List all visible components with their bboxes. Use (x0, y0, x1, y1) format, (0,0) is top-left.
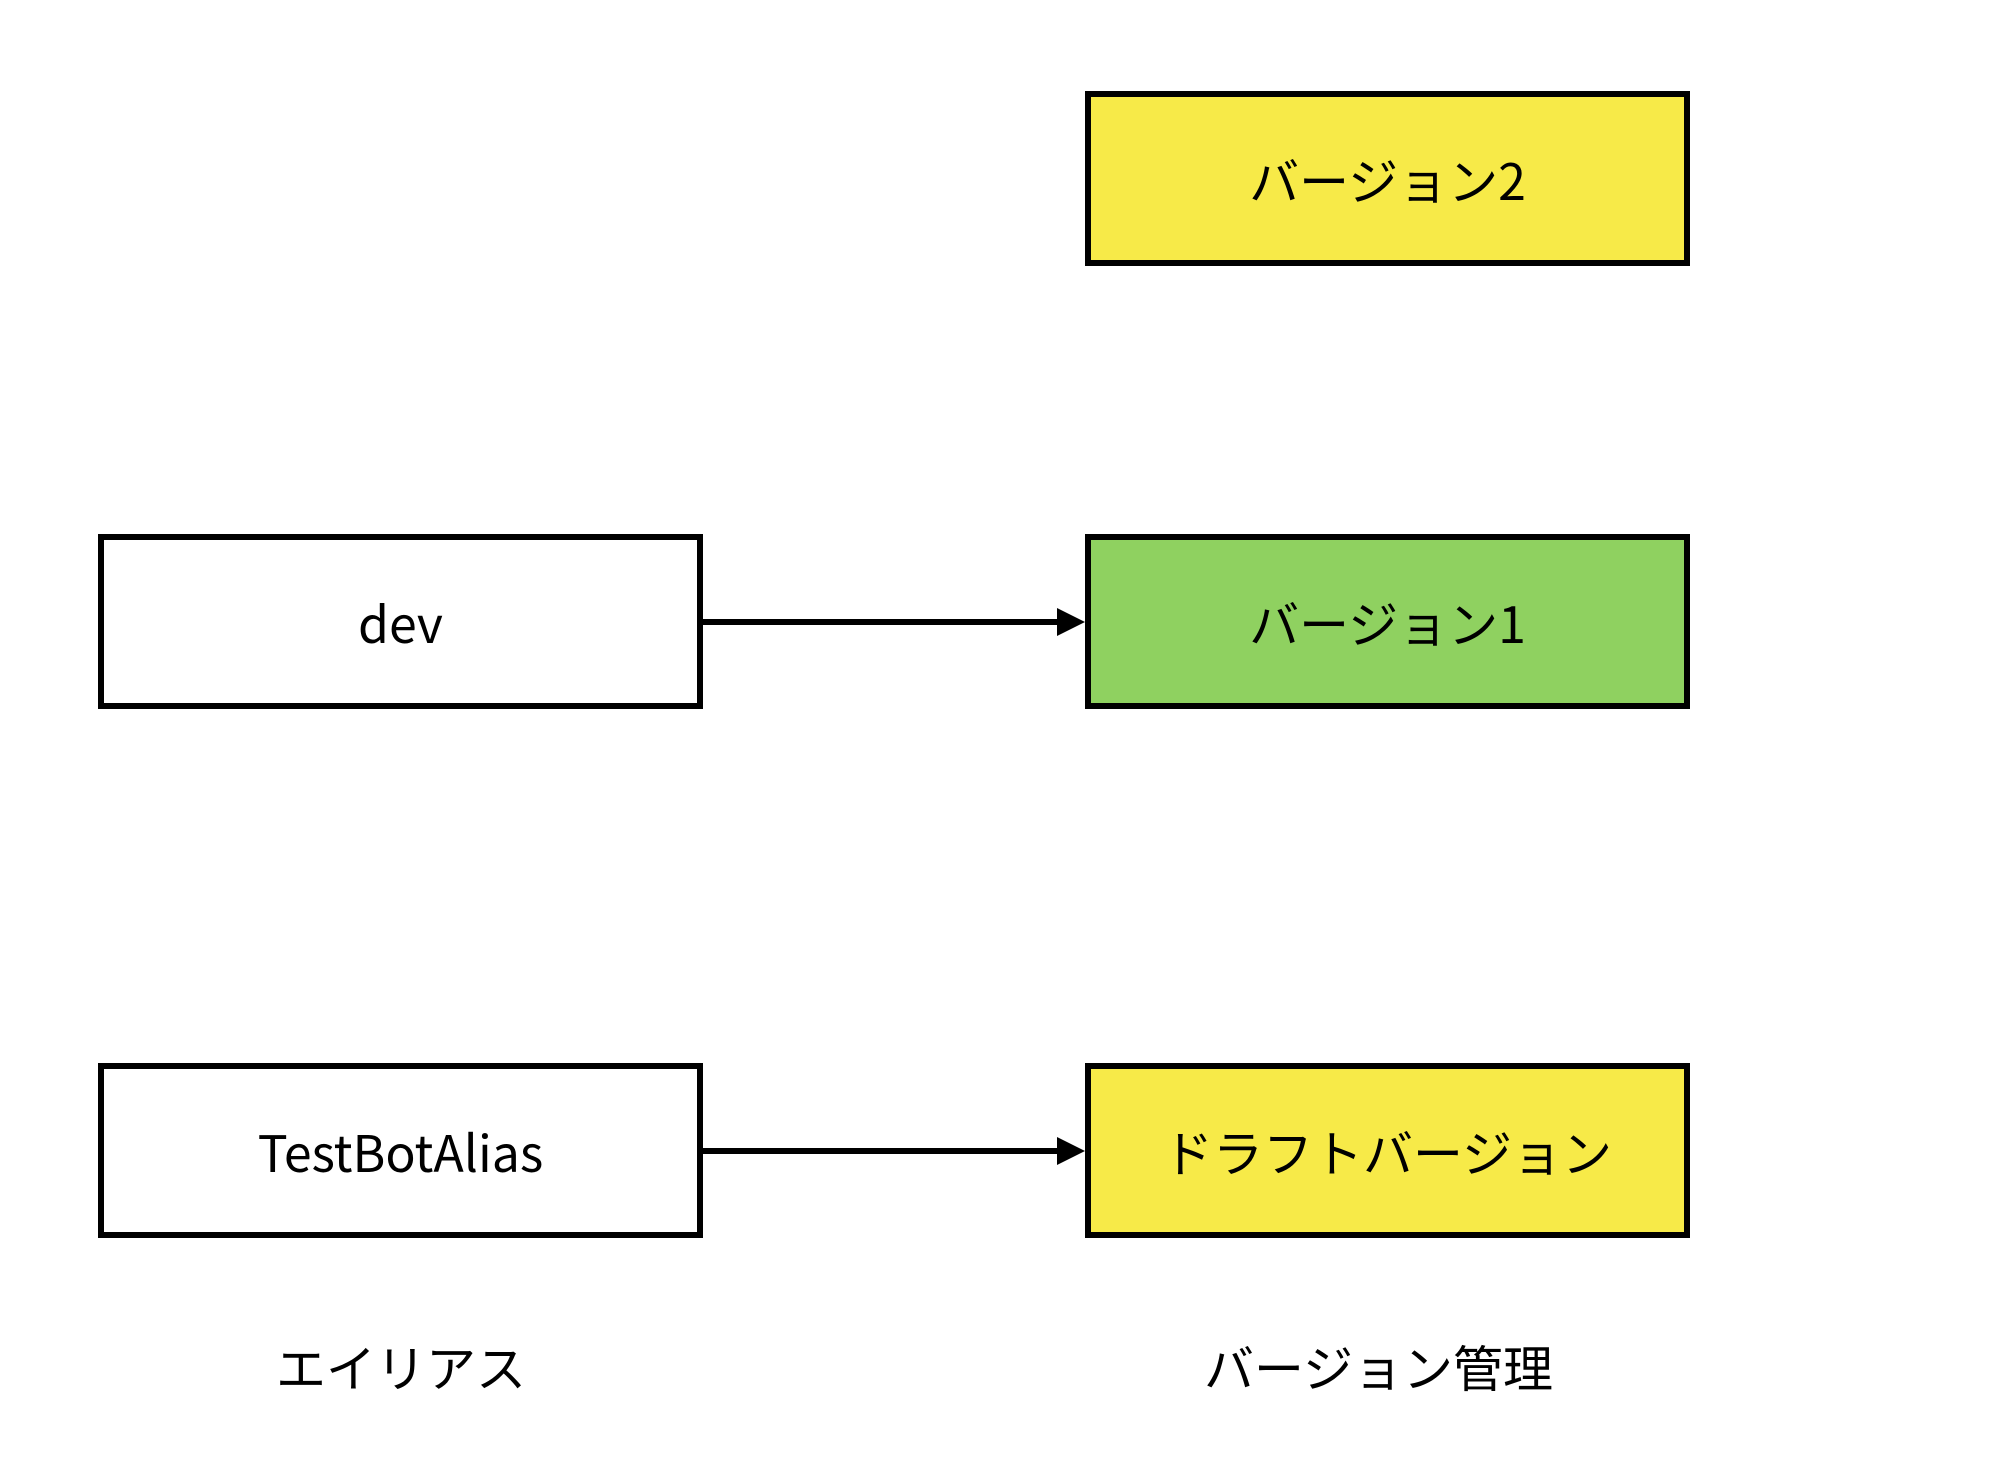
arrowhead-testbotalias-to-draftversion (1057, 1137, 1085, 1165)
version2-box: バージョン2 (1085, 91, 1690, 266)
alias-column-label: エイリアス (276, 1330, 526, 1402)
version1-label: バージョン1 (1249, 586, 1526, 658)
version-column-label: バージョン管理 (1204, 1330, 1553, 1402)
testbotalias-label: TestBotAlias (258, 1115, 544, 1187)
arrowhead-dev-to-version1 (1057, 608, 1085, 636)
version1-box: バージョン1 (1085, 534, 1690, 709)
version2-label: バージョン2 (1249, 143, 1526, 215)
arrow-dev-to-version1 (703, 619, 1057, 625)
draftversion-label: ドラフトバージョン (1163, 1115, 1612, 1187)
testbotalias-box: TestBotAlias (98, 1063, 703, 1238)
draftversion-box: ドラフトバージョン (1085, 1063, 1690, 1238)
arrow-testbotalias-to-draftversion (703, 1148, 1057, 1154)
dev-alias-label: dev (358, 586, 443, 658)
dev-alias-box: dev (98, 534, 703, 709)
